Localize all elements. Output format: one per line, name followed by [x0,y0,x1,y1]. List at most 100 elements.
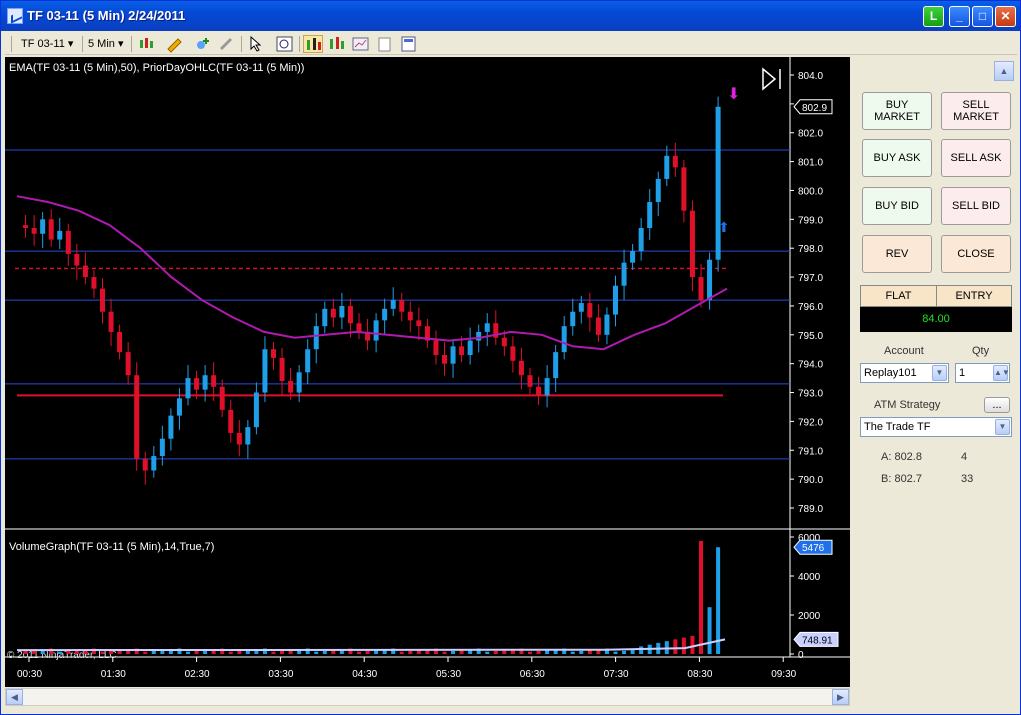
scroll-left-arrow[interactable]: ◀ [6,689,23,705]
zoom-icon[interactable] [275,35,295,53]
price-tick-label: 804.0 [798,71,823,82]
candle-body [638,227,644,252]
sell-market-button[interactable]: SELL MARKET [941,92,1011,130]
templates-icon[interactable] [399,35,419,53]
volume-bar [451,650,456,654]
candle-body [715,106,721,260]
candle-body [655,178,661,203]
qty-label: Qty [972,345,990,357]
atm-strategy-value: The Trade TF [864,421,931,433]
candle-body [544,378,550,396]
price-tick-label: 797.0 [798,273,823,284]
atm-strategy-button[interactable]: ... [984,397,1010,413]
ninjatrader-app-icon [7,8,23,24]
candle-body [176,398,182,416]
price-chart[interactable]: 804.0803.0802.0801.0800.0799.0798.0797.0… [5,57,850,687]
volume-bar [622,650,627,654]
buy-bid-button[interactable]: BUY BID [862,187,932,225]
buy-ask-button[interactable]: BUY ASK [862,139,932,177]
volume-bar [485,651,490,654]
candle-body [536,386,542,396]
candle-body [236,432,242,445]
position-value: 84.00 [860,307,1012,332]
chart-style-icon[interactable] [137,35,157,53]
price-tick-label: 793.0 [798,389,823,400]
candle-body [271,349,276,358]
volume-bar [228,651,233,654]
candle-body [578,303,584,312]
sell-bid-button[interactable]: SELL BID [941,187,1011,225]
toolbar-separator [131,36,132,52]
volume-tick-label: 0 [798,650,804,661]
volume-bar [408,650,413,654]
cursor-icon[interactable] [247,35,267,53]
volume-average-line [16,638,726,652]
volume-tick-label: 2000 [798,611,821,622]
panel-collapse-button[interactable]: ▲ [994,61,1014,81]
reverse-button[interactable]: REV [862,235,932,273]
chevron-down-icon: ▼ [932,365,947,381]
bars-icon[interactable] [327,35,347,53]
qty-stepper[interactable]: 1 ▲▼ [955,363,1010,383]
candle-body [91,277,97,289]
candle-body [194,378,200,390]
account-select[interactable]: Replay101 ▼ [860,363,949,383]
title-bar[interactable]: TF 03-11 (5 Min) 2/24/2011 L _ □ ✕ [1,1,1020,31]
minimize-button[interactable]: _ [949,6,970,27]
volume-bar [365,650,370,654]
candle-body [65,230,71,254]
chart-canvas[interactable]: 804.0803.0802.0801.0800.0799.0798.0797.0… [5,57,850,687]
properties-icon[interactable] [375,35,395,53]
price-tick-label: 795.0 [798,331,823,342]
candle-body [219,386,225,410]
instrument-selector[interactable]: TF 03-11 ▾ [21,35,73,53]
close-button[interactable]: ✕ [995,6,1016,27]
data-box-icon[interactable] [351,35,371,53]
toolbar-separator [299,36,300,52]
price-tick-label: 799.0 [798,215,823,226]
time-tick-label: 07:30 [604,669,629,680]
maximize-button[interactable]: □ [972,6,993,27]
volume-bar [66,650,71,654]
ema-line [16,195,728,351]
candle-body [57,230,63,240]
volume-bar [194,650,199,654]
volume-bar [237,650,242,654]
stepper-icon: ▲▼ [993,365,1010,381]
price-tick-label: 800.0 [798,186,823,197]
account-label: Account [884,345,924,357]
close-position-button[interactable]: CLOSE [941,235,1011,273]
volume-bar [613,651,618,654]
link-badge[interactable]: L [923,6,944,27]
buy-market-button[interactable]: BUY MARKET [862,92,932,130]
position-status: FLAT [861,286,937,306]
volume-bar [109,650,114,654]
volume-bar [528,651,532,654]
horizontal-scrollbar[interactable]: ◀ ▶ [5,688,850,706]
candle-body [467,340,473,356]
time-tick-label: 03:30 [268,669,293,680]
remove-draw-icon[interactable] [217,35,237,53]
bid-price: B: 802.7 [881,473,922,485]
candle-body [672,155,678,168]
price-tick-label: 801.0 [798,158,823,169]
price-tick-label: 802.0 [798,129,823,140]
volume-bar [57,651,62,654]
candle-body [74,253,80,266]
candle-body [31,227,37,234]
sell-ask-button[interactable]: SELL ASK [941,139,1011,177]
volume-marker-label: 5476 [802,543,825,554]
scroll-right-arrow[interactable]: ▶ [832,689,849,705]
chart-trader-icon[interactable] [303,35,323,53]
candle-body [681,167,687,211]
candle-body [279,357,285,381]
draw-pencil-icon[interactable] [165,35,185,53]
candle-body [159,438,165,457]
volume-bar [707,607,712,654]
atm-strategy-select[interactable]: The Trade TF ▼ [860,417,1012,437]
candle-body [322,308,328,327]
interval-selector[interactable]: 5 Min ▾ [88,35,124,53]
candle-body [117,331,123,353]
add-indicator-icon[interactable] [193,35,213,53]
candle-body [587,303,593,318]
